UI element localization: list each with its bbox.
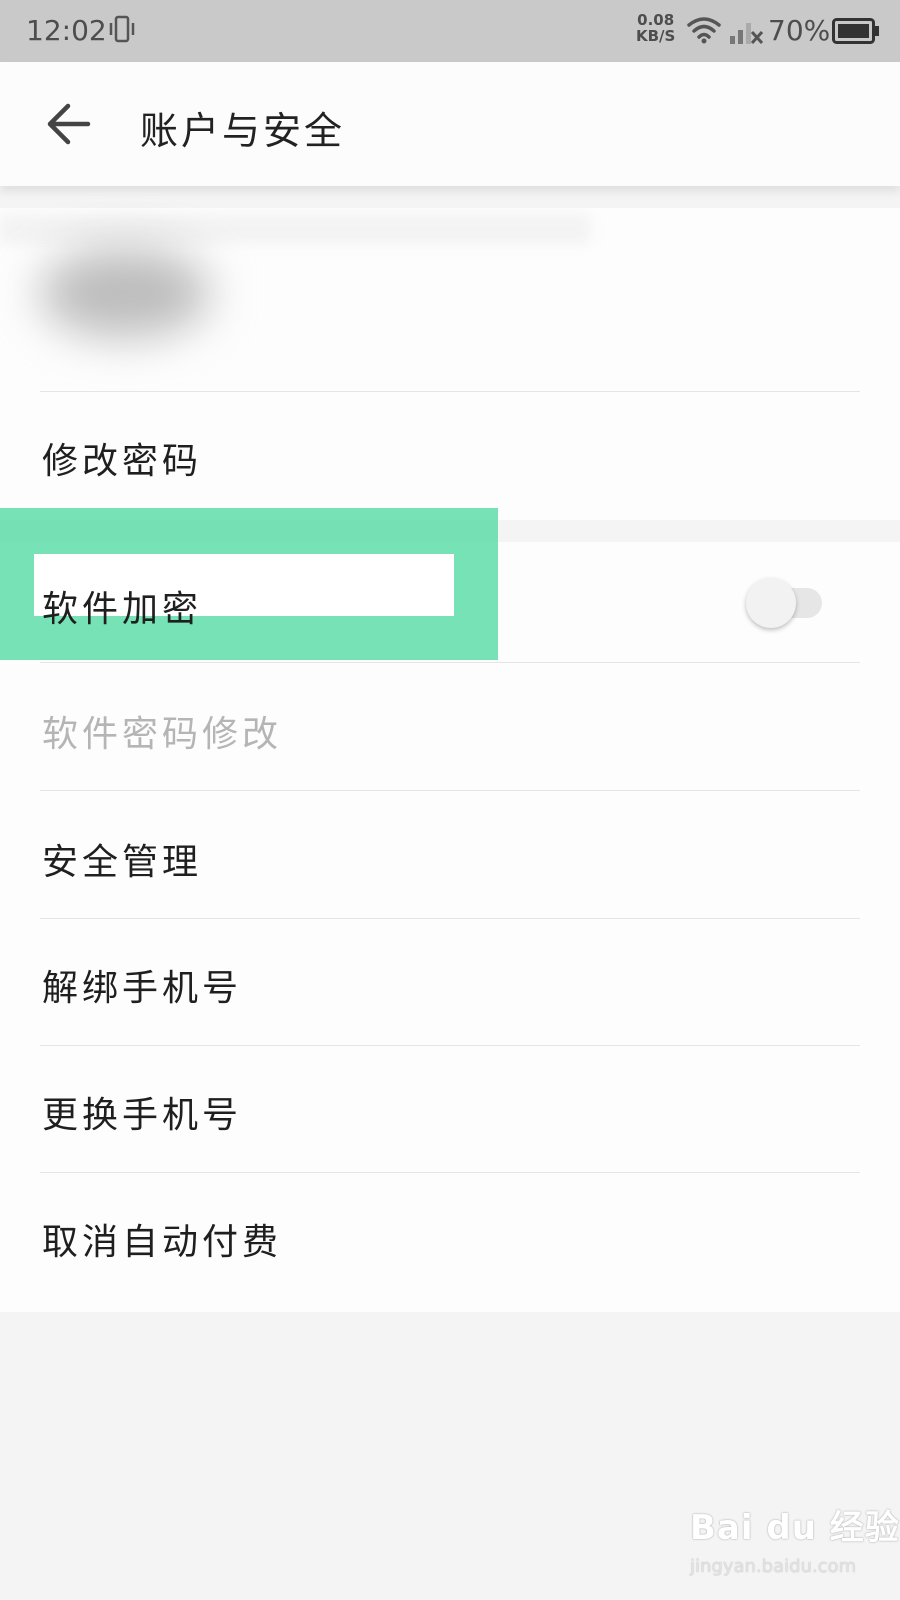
blurred-strip (0, 214, 590, 244)
network-speed: 0.08 KB/S (636, 12, 675, 44)
change-phone-label: 更换手机号 (42, 1095, 243, 1136)
signal-icon (730, 16, 764, 50)
change-password-row[interactable]: 修改密码 (0, 392, 900, 512)
battery-icon (832, 18, 880, 48)
network-speed-unit: KB/S (636, 27, 676, 45)
blurred-avatar (40, 248, 210, 338)
app-lock-toggle[interactable] (746, 578, 826, 628)
watermark-logo-text: Bai du 经验 (690, 1508, 900, 1548)
cancel-auto-pay-row[interactable]: 取消自动付费 (0, 1173, 900, 1311)
wifi-icon (686, 16, 722, 48)
status-time: 12:02 (26, 14, 107, 47)
app-bar: 账户与安全 (0, 62, 900, 186)
unbind-phone-label: 解绑手机号 (42, 968, 243, 1009)
unbind-phone-row[interactable]: 解绑手机号 (0, 919, 900, 1045)
status-bar: 12:02 0.08 KB/S 70% (0, 0, 900, 62)
battery-percentage: 70% (768, 14, 831, 47)
app-lock-password-change-row[interactable]: 软件密码修改 (0, 663, 900, 789)
security-management-label: 安全管理 (42, 842, 203, 883)
change-phone-row[interactable]: 更换手机号 (0, 1046, 900, 1172)
cancel-auto-pay-label: 取消自动付费 (42, 1222, 283, 1263)
vibrate-icon (108, 14, 136, 50)
app-lock-password-change-label: 软件密码修改 (42, 714, 283, 755)
security-management-row[interactable]: 安全管理 (0, 791, 900, 917)
toggle-knob (746, 578, 796, 628)
page-title: 账户与安全 (140, 109, 346, 153)
network-speed-value: 0.08 (637, 11, 675, 29)
baidu-jingyan-watermark: Bai du 经验 jingyan.baidu.com (690, 1500, 900, 1577)
change-password-label: 修改密码 (42, 441, 203, 482)
account-card: 修改密码 (0, 208, 900, 520)
app-lock-label: 软件加密 (42, 589, 203, 630)
watermark-url: jingyan.baidu.com (690, 1556, 857, 1577)
back-arrow-icon[interactable] (46, 102, 92, 150)
